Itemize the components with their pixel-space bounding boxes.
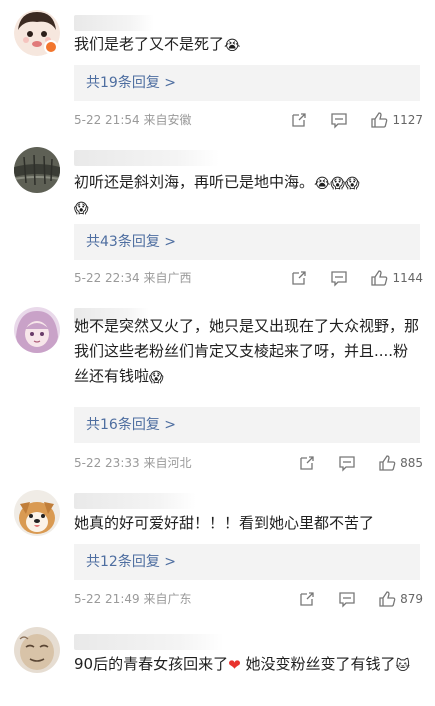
comment-icon[interactable] <box>330 111 348 129</box>
thumbs-up-icon[interactable] <box>378 590 396 608</box>
location: 来自广东 <box>143 592 192 606</box>
comment-text: 90后的青春女孩回来了❤ 她没变粉丝变了有钱了🐱 <box>74 655 411 674</box>
thumbs-up-icon[interactable] <box>370 111 388 129</box>
comment-meta: 5-22 21:54 来自安徽 <box>74 112 191 128</box>
screaming-emoji-icon: 😱 <box>344 176 360 192</box>
comment-actions: 1144 <box>290 268 423 288</box>
like-count: 885 <box>400 456 423 470</box>
location: 来自安徽 <box>143 113 192 127</box>
comment-actions: 885 <box>298 453 423 473</box>
screaming-emoji-icon: 😱 <box>74 201 89 217</box>
comment-icon[interactable] <box>338 454 356 472</box>
username[interactable] <box>74 150 219 166</box>
comment-meta: 5-22 22:34 来自广西 <box>74 270 191 286</box>
username[interactable] <box>74 634 224 650</box>
comment-text: 我们是老了又不是死了😭 <box>74 35 241 54</box>
comment-text: 初听还是斜刘海，再听已是地中海。😭😱😱 😱 <box>74 173 360 217</box>
share-icon[interactable] <box>290 111 308 129</box>
share-icon[interactable] <box>290 269 308 287</box>
comment-icon[interactable] <box>330 269 348 287</box>
timestamp: 5-22 23:33 <box>74 456 140 470</box>
cat-emoji-icon: 🐱 <box>395 658 411 674</box>
comment-icon[interactable] <box>338 590 356 608</box>
comment-item: 她不是突然又火了，她只是又出现在了大众视野，那我们这些老粉丝们肯定又支棱起来了呀… <box>0 300 435 480</box>
like-count: 1127 <box>392 113 423 127</box>
avatar[interactable] <box>14 627 60 673</box>
timestamp: 5-22 21:54 <box>74 113 140 127</box>
thumbs-up-icon[interactable] <box>370 269 388 287</box>
comment-actions: 879 <box>298 589 423 609</box>
comment-actions: 1127 <box>290 110 423 130</box>
comment-item: 初听还是斜刘海，再听已是地中海。😭😱😱 😱 共43条回复 > 5-22 22:3… <box>0 145 435 300</box>
crying-emoji-icon: 😭 <box>224 38 241 54</box>
comment-item: 她真的好可爱好甜！！！看到她心里都不苦了 共12条回复 > 5-22 21:49… <box>0 480 435 615</box>
comment-item: 90后的青春女孩回来了❤ 她没变粉丝变了有钱了🐱 <box>0 615 435 706</box>
heart-icon: ❤ <box>228 656 241 674</box>
comment-item: 我们是老了又不是死了😭 共19条回复 > 5-22 21:54 来自安徽 112… <box>0 0 435 145</box>
location: 来自广西 <box>143 271 192 285</box>
comment-text: 她不是突然又火了，她只是又出现在了大众视野，那我们这些老粉丝们肯定又支棱起来了呀… <box>74 317 420 386</box>
share-icon[interactable] <box>298 590 316 608</box>
like-count: 1144 <box>392 271 423 285</box>
like-count: 879 <box>400 592 423 606</box>
screaming-emoji-icon: 😱 <box>330 176 345 192</box>
crying-emoji-icon: 😭 <box>314 176 331 192</box>
verified-badge-icon <box>44 40 58 54</box>
screaming-emoji-icon: 😱 <box>149 370 164 386</box>
share-icon[interactable] <box>298 454 316 472</box>
comment-text: 她真的好可爱好甜！！！看到她心里都不苦了 <box>74 514 375 532</box>
avatar[interactable] <box>14 147 60 193</box>
view-replies-button[interactable]: 共43条回复 > <box>74 224 420 260</box>
avatar[interactable] <box>14 307 60 353</box>
view-replies-button[interactable]: 共16条回复 > <box>74 407 420 443</box>
avatar[interactable] <box>14 490 60 536</box>
thumbs-up-icon[interactable] <box>378 454 396 472</box>
comment-meta: 5-22 23:33 来自河北 <box>74 455 191 471</box>
view-replies-button[interactable]: 共12条回复 > <box>74 544 420 580</box>
comment-meta: 5-22 21:49 来自广东 <box>74 591 191 607</box>
username[interactable] <box>74 15 154 31</box>
location: 来自河北 <box>143 456 192 470</box>
timestamp: 5-22 22:34 <box>74 271 140 285</box>
view-replies-button[interactable]: 共19条回复 > <box>74 65 420 101</box>
timestamp: 5-22 21:49 <box>74 592 140 606</box>
username[interactable] <box>74 493 196 509</box>
